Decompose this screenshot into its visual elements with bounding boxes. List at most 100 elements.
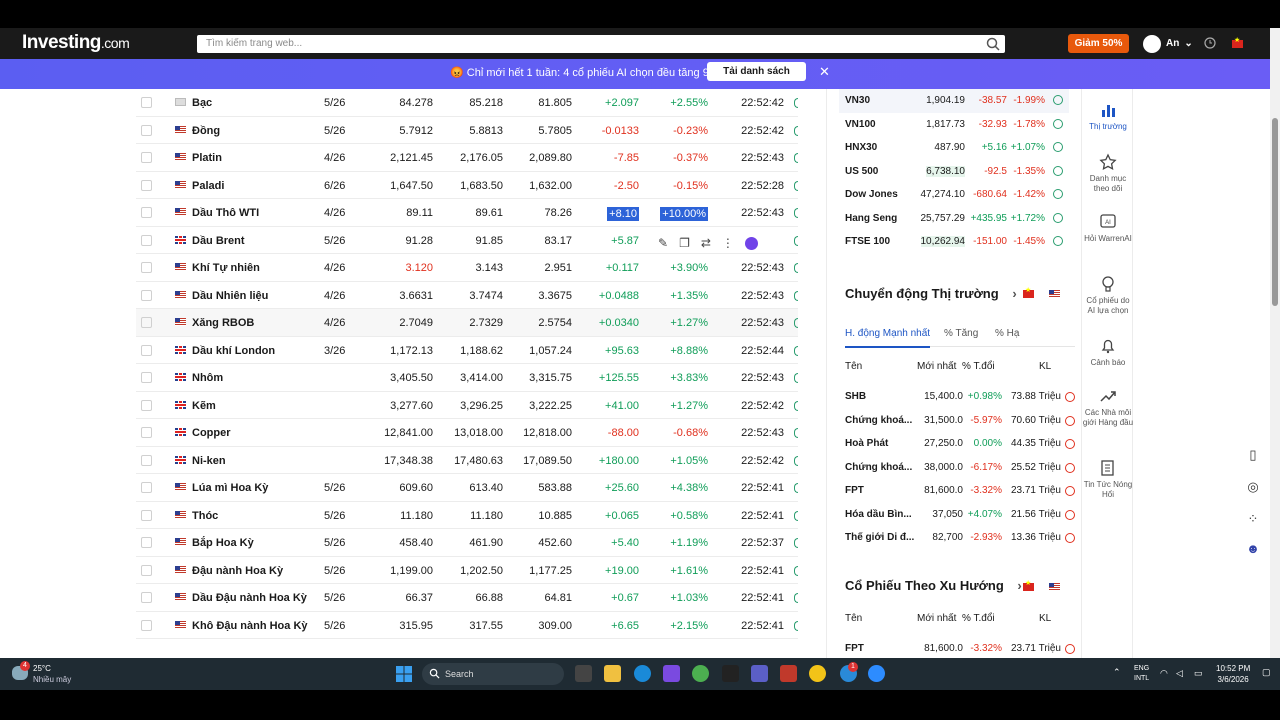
row-checkbox[interactable] [141,179,152,191]
app-icon[interactable] [663,665,680,682]
download-list-button[interactable]: Tải danh sách [707,62,806,81]
wifi-icon[interactable]: ◠ [1160,668,1168,679]
sidebar-item[interactable]: Cảnh báo [1082,337,1134,368]
row-checkbox[interactable] [141,564,152,576]
book-icon[interactable]: ▯ [1242,447,1264,463]
index-row[interactable]: US 500 6,738.10 -92.5 -1.35% [839,160,1069,184]
table-row[interactable]: Copper 12,841.00 13,018.00 12,818.00 -88.00 -… [136,419,798,447]
ai-assistant-icon[interactable] [744,236,758,250]
row-checkbox[interactable] [141,482,152,493]
table-row[interactable]: Dầu Thô WTI 4/26 89.11 89.61 78.26 +8.10 +10.0… [136,199,798,227]
row-checkbox[interactable] [141,454,152,466]
sidebar-item[interactable]: AI Hỏi WarrenAI [1082,213,1134,244]
promo-button[interactable]: Giảm 50% [1068,34,1129,53]
task-view-icon[interactable] [575,665,592,682]
file-explorer-icon[interactable] [604,665,621,682]
instrument-name[interactable]: Dầu khí London [192,345,275,357]
pen-icon[interactable]: ✎ [658,236,668,250]
table-row[interactable]: Đồng 5/26 5.7912 5.8813 5.7805 -0.0133 -0.23% 2… [136,117,798,144]
table-row[interactable]: Khí Tự nhiên 4/26 3.120 3.143 2.951 +0.117 +3.… [136,254,798,282]
stock-row[interactable]: FPT 81,600.0 -3.32% 23.71 Triệu [845,480,1075,504]
instrument-name[interactable]: Đậu nành Hoa Kỳ [192,565,283,577]
vietnam-flag-icon[interactable] [1232,36,1243,48]
instrument-name[interactable]: Paladi [192,180,224,192]
stock-row[interactable]: SHB 15,400.0 +0.98% 73.88 Triệu [845,386,1075,410]
row-checkbox[interactable] [141,592,152,603]
table-row[interactable]: Ni-ken 17,348.38 17,480.63 17,089.50 +180.00… [136,447,798,474]
tab-losers[interactable]: % Hạ [995,328,1019,339]
row-checkbox[interactable] [141,152,152,163]
edge-icon[interactable] [634,665,651,682]
page-scrollbar[interactable] [1270,28,1280,658]
table-row[interactable]: Xăng RBOB 4/26 2.7049 2.7329 2.5754 +0.0340 +1… [136,309,798,337]
instrument-name[interactable]: Thóc [192,510,218,522]
instrument-name[interactable]: Copper [192,427,231,439]
table-row[interactable]: Thóc 5/26 11.180 11.180 10.885 +0.065 +0.58% 22… [136,502,798,529]
us-flag-icon[interactable] [1049,290,1060,298]
sidebar-item[interactable]: Danh mục theo dõi [1082,153,1134,194]
row-checkbox[interactable] [141,262,152,273]
instrument-name[interactable]: Dầu Thô WTI [192,207,259,219]
instrument-name[interactable]: Đồng [192,125,220,137]
translate-icon[interactable]: ⇄ [701,236,711,250]
stock-row[interactable]: Chứng khoá... 38,000.0 -6.17% 25.52 Triệu [845,457,1075,481]
table-row[interactable]: Bạc 5/26 84.278 85.218 81.805 +2.097 +2.55% 22:… [136,89,798,117]
instrument-name[interactable]: Bắp Hoa Kỳ [192,537,254,549]
chatbot-icon[interactable]: ☻ [1242,541,1264,556]
sidebar-item[interactable]: Các Nhà môi giới Hàng đầu [1082,387,1134,428]
scrollbar-thumb[interactable] [1272,118,1278,306]
row-checkbox[interactable] [141,427,152,438]
table-row[interactable]: Dầu Đậu nành Hoa Kỳ 5/26 66.37 66.88 64.81 +0… [136,584,798,612]
row-checkbox[interactable] [141,207,152,218]
user-menu[interactable]: An ⌄ [1143,34,1193,53]
table-row[interactable]: Bắp Hoa Kỳ 5/26 458.40 461.90 452.60 +5.40 +1.… [136,529,798,557]
language-indicator[interactable]: ENG INTL [1134,664,1149,684]
table-row[interactable]: Dầu khí London 3/26 1,172.13 1,188.62 1,057.… [136,337,798,364]
row-checkbox[interactable] [141,97,152,108]
capcut-icon[interactable] [722,665,739,682]
row-checkbox[interactable] [141,344,152,356]
row-checkbox[interactable] [141,289,152,301]
instrument-name[interactable]: Lúa mì Hoa Kỳ [192,482,268,494]
instrument-name[interactable]: Dầu Đậu nành Hoa Kỳ [192,592,307,604]
table-row[interactable]: Platin 4/26 2,121.45 2,176.05 2,089.80 -7.85 -… [136,144,798,172]
search-input[interactable]: Tìm kiếm trang web... [197,35,1005,53]
row-checkbox[interactable] [141,317,152,328]
search-icon[interactable] [985,36,1001,52]
stock-row[interactable]: Thế giới Di đ... 82,700 -2.93% 13.36 Triệu [845,527,1075,551]
zoom-icon[interactable] [868,665,885,682]
battery-icon[interactable]: ▭ [1194,668,1203,679]
stock-row[interactable]: Hoà Phát 27,250.0 0.00% 44.35 Triệu [845,433,1075,457]
instrument-name[interactable]: Khô Đậu nành Hoa Kỳ [192,620,308,632]
table-row[interactable]: Kẽm 3,277.60 3,296.25 3,222.25 +41.00 +1.27% 2… [136,392,798,419]
vietnam-flag-icon[interactable] [1023,579,1034,591]
stock-row[interactable]: Chứng khoá... 31,500.0 -5.97% 70.60 Triệu [845,410,1075,434]
chrome-icon[interactable] [809,665,826,682]
sidebar-item[interactable]: Cổ phiếu do AI lựa chọn [1082,275,1134,316]
index-row[interactable]: HNX30 487.90 +5.16 +1.07% [839,136,1069,160]
chevron-up-icon[interactable]: ⌃ [1113,667,1121,678]
table-row[interactable]: Khô Đậu nành Hoa Kỳ 5/26 315.95 317.55 309.0… [136,612,798,639]
close-icon[interactable]: ✕ [819,64,830,80]
row-checkbox[interactable] [141,124,152,136]
trending-title[interactable]: Cổ Phiếu Theo Xu Hướng › [845,578,1022,593]
instrument-name[interactable]: Khí Tự nhiên [192,262,260,274]
more-icon[interactable]: ⋮ [722,236,734,250]
index-row[interactable]: VN30 1,904.19 -38.57 -1.99% [839,89,1069,113]
site-logo[interactable]: Investing.com [22,32,130,54]
index-row[interactable]: Dow Jones 47,274.10 -680.64 -1.42% [839,183,1069,207]
instrument-name[interactable]: Kẽm [192,400,216,412]
taskbar-search[interactable]: Search [422,663,564,685]
volume-icon[interactable]: ◁ [1176,668,1183,679]
app-icon[interactable] [780,665,797,682]
broadcast-icon[interactable]: ◎ [1242,479,1264,495]
row-checkbox[interactable] [141,372,152,383]
sidebar-item[interactable]: Tin Tức Nóng Hổi [1082,459,1134,500]
instrument-name[interactable]: Ni-ken [192,455,226,467]
tab-gainers[interactable]: % Tăng [944,328,978,339]
instrument-name[interactable]: Xăng RBOB [192,317,254,329]
stock-row[interactable]: FPT 81,600.0 -3.32% 23.71 Triệu [845,638,1075,658]
index-row[interactable]: Hang Seng 25,757.29 +435.95 +1.72% [839,207,1069,231]
system-clock[interactable]: 10:52 PM 3/6/2026 [1216,663,1250,685]
table-row[interactable]: Dầu Nhiên liệu 4/26 3.6631 3.7474 3.3675 +0.0… [136,282,798,309]
